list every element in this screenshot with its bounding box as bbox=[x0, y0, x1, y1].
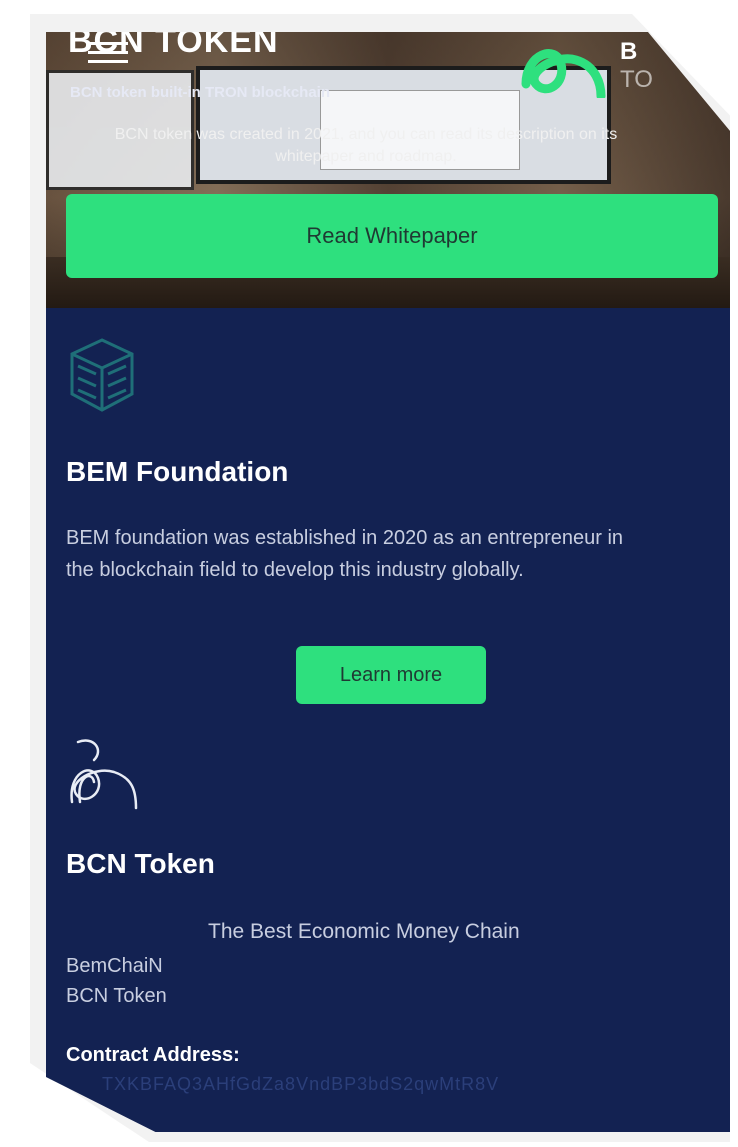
read-whitepaper-button[interactable]: Read Whitepaper bbox=[66, 194, 718, 278]
hero-description: BCN token was created in 2021, and you c… bbox=[114, 126, 618, 165]
foundation-heading: BEM Foundation bbox=[66, 456, 289, 487]
mobile-screen: BCN TOKEN B TO BCN token built-in TRON b… bbox=[46, 32, 730, 1132]
token-line-bcn: BCN Token bbox=[66, 985, 167, 1007]
hero-section: BCN TOKEN B TO BCN token built-in TRON b… bbox=[46, 32, 730, 308]
content-section: BEM Foundation BEM foundation was establ… bbox=[46, 308, 730, 1132]
menu-icon[interactable] bbox=[88, 42, 128, 63]
contract-address-label: Contract Address: bbox=[66, 1044, 240, 1066]
contract-address-value[interactable]: TXKBFAQ3AHfGdZa8VndBP3bdS2qwMtR8V bbox=[102, 1074, 562, 1096]
hero-subtitle: BCN token built-in TRON blockchain bbox=[70, 84, 331, 101]
brand-name-line1: B bbox=[620, 38, 638, 65]
bcn-logo-icon[interactable] bbox=[516, 34, 616, 98]
token-line-bemchain: BemChaiN bbox=[66, 955, 163, 977]
cube-icon bbox=[70, 338, 134, 412]
foundation-text: BEM foundation was established in 2020 a… bbox=[66, 527, 624, 581]
token-tagline: The Best Economic Money Chain bbox=[208, 920, 520, 943]
learn-more-button[interactable]: Learn more bbox=[296, 646, 486, 704]
brand-name-line2: TO bbox=[620, 66, 653, 93]
brand-name: B TO bbox=[620, 38, 653, 94]
token-heading: BCN Token bbox=[66, 848, 215, 879]
bcn-outline-logo-icon bbox=[70, 739, 138, 810]
